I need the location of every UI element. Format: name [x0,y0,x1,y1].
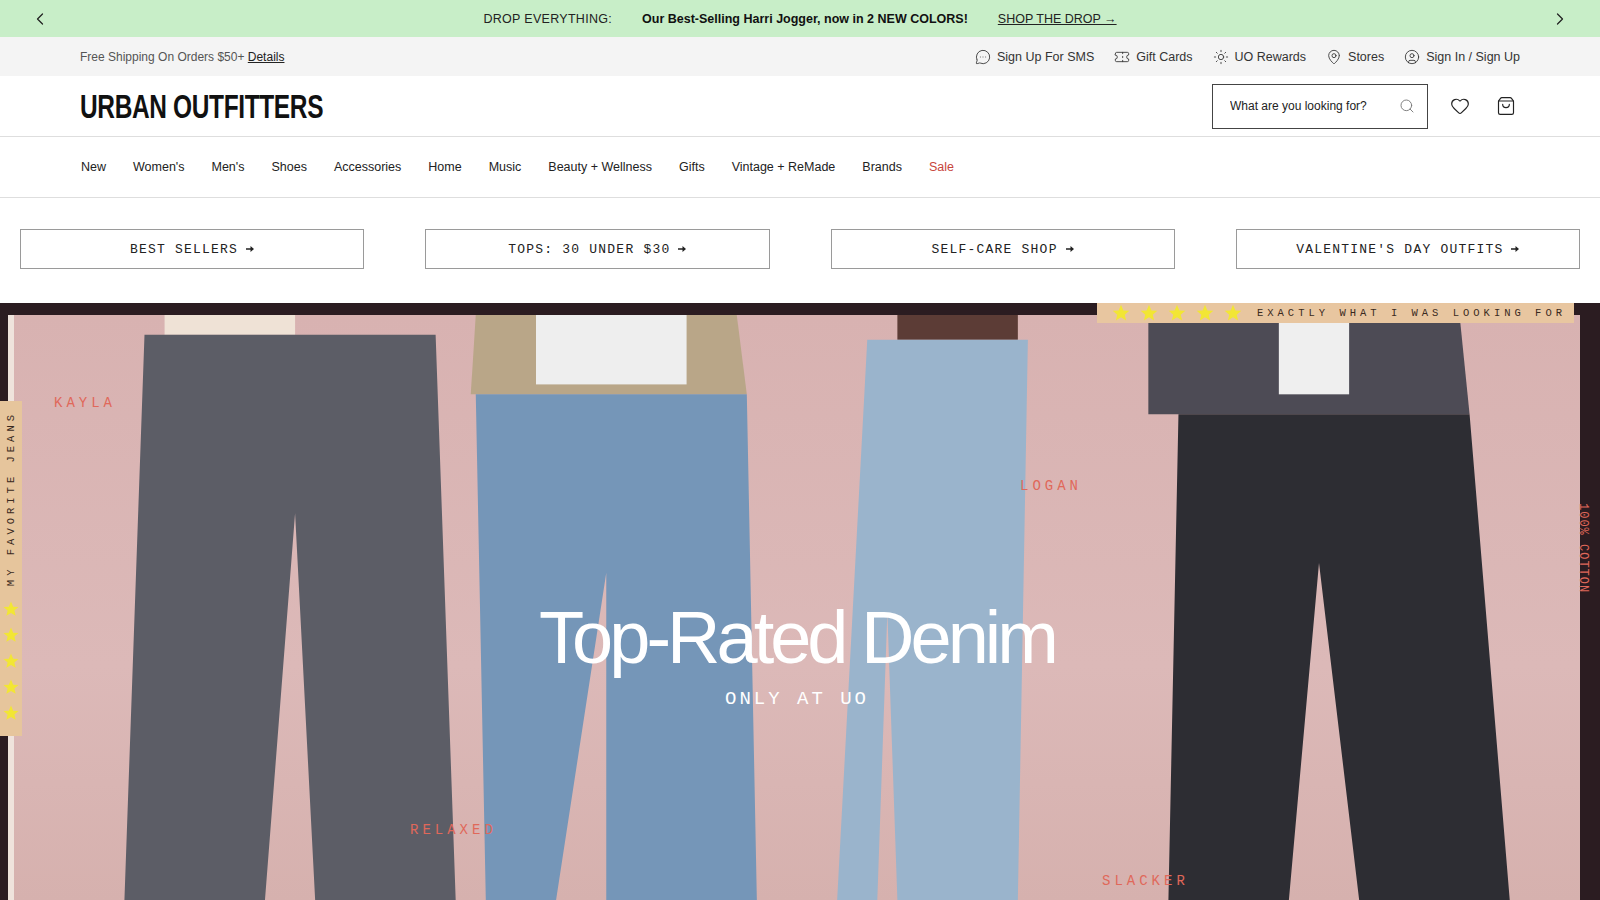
utility-link[interactable]: Stores [1326,49,1384,65]
map-pin-icon [1326,49,1342,65]
hero-image: KAYLALOGANRELAXEDSLACKEREXACTLY WHAT I W… [8,315,1580,900]
nav-item[interactable]: Men's [212,160,245,174]
next-button[interactable] [1546,5,1574,33]
star-icon [1223,303,1243,323]
utility-link[interactable]: Sign Up For SMS [975,49,1094,65]
details-link[interactable]: Details [248,50,285,64]
nav-item[interactable]: Beauty + Wellness [548,160,652,174]
rewards-icon [1213,49,1229,65]
quick-link-button[interactable]: TOPS: 30 UNDER $30 [425,229,769,269]
arrow-right-icon [678,245,686,253]
cart-button[interactable] [1492,92,1520,120]
search-icon[interactable] [1399,98,1415,114]
fit-tag: KAYLA [54,395,116,411]
quick-link-button[interactable]: VALENTINE'S DAY OUTFITS [1236,229,1580,269]
announcement-content: DROP EVERYTHING: Our Best-Selling Harri J… [483,12,1116,26]
cotton-label: 100% COTTON [1576,503,1590,593]
page: DROP EVERYTHING: Our Best-Selling Harri J… [0,0,1600,900]
heart-icon [1450,96,1470,116]
star-icon [1139,303,1159,323]
user-icon [1404,49,1420,65]
shipping-note: Free Shipping On Orders $50+ Details [80,50,284,64]
quick-link-button[interactable]: BEST SELLERS [20,229,364,269]
star-icon [2,704,20,722]
quick-links: BEST SELLERS TOPS: 30 UNDER $30 SELF-CARE … [0,198,1600,303]
header-actions [1212,84,1520,129]
star-icon [2,678,20,696]
chat-icon [975,49,991,65]
quick-link-button[interactable]: SELF-CARE SHOP [831,229,1175,269]
nav-item[interactable]: Brands [862,160,902,174]
hero-banner[interactable]: KAYLA LOGAN RELAXED SLACKER EXACTLY WHAT I W… [0,303,1600,900]
announcement-bar: DROP EVERYTHING: Our Best-Selling Harri J… [0,0,1600,37]
star-icon [2,652,20,670]
utility-bar: Free Shipping On Orders $50+ Details Sign… [0,37,1600,76]
nav-item[interactable]: Women's [133,160,184,174]
star-rating [1111,303,1243,323]
arrow-right-icon [1511,245,1519,253]
star-icon [1167,303,1187,323]
star-icon [1195,303,1215,323]
search-box [1212,84,1428,129]
fit-tag: LOGAN [1020,478,1082,494]
nav-item[interactable]: Shoes [271,160,306,174]
nav-item[interactable]: Accessories [334,160,401,174]
wishlist-button[interactable] [1446,92,1474,120]
header: URBAN OUTFITTERS [0,76,1600,137]
shop-drop-link[interactable]: SHOP THE DROP → [998,12,1117,26]
fit-tag: SLACKER [1102,873,1189,889]
logo[interactable]: URBAN OUTFITTERS [80,87,323,126]
nav-item[interactable]: Vintage + ReMade [732,160,836,174]
hero-subtitle: ONLY AT UO [725,688,869,710]
side-badge: MY FAVORITE JEANS [0,401,22,736]
search-input[interactable] [1228,98,1393,114]
arrow-right-icon [246,245,254,253]
utility-links: Sign Up For SMS Gift Cards UO Rewards Store… [975,49,1520,65]
arrow-right-icon [1066,245,1074,253]
hero-title: Top-Rated Denim [539,597,1055,678]
star-rating [2,600,20,722]
review-strip: EXACTLY WHAT I WAS LOOKING FOR [1097,303,1574,323]
chevron-right-icon [1550,9,1570,29]
utility-link[interactable]: Gift Cards [1114,49,1192,65]
nav-item[interactable]: New [81,160,106,174]
star-icon [2,626,20,644]
nav-item[interactable]: Music [489,160,522,174]
side-badge-text: MY FAVORITE JEANS [5,411,17,586]
gift-card-icon [1114,49,1130,65]
nav-item[interactable]: Sale [929,160,954,174]
chevron-left-icon [30,9,50,29]
review-text: EXACTLY WHAT I WAS LOOKING FOR [1257,307,1566,319]
fit-tag: RELAXED [410,822,497,838]
previous-button[interactable] [26,5,54,33]
star-icon [1111,303,1131,323]
main-nav: New Women's Men's Shoes Accessories Home Music… [0,137,1600,198]
announcement-message: Our Best-Selling Harri Jogger, now in 2 … [642,12,968,26]
utility-link[interactable]: UO Rewards [1213,49,1307,65]
bag-icon [1496,96,1516,116]
star-icon [2,600,20,618]
nav-item[interactable]: Gifts [679,160,705,174]
utility-link[interactable]: Sign In / Sign Up [1404,49,1520,65]
nav-item[interactable]: Home [428,160,461,174]
announcement-prefix: DROP EVERYTHING: [483,12,612,26]
